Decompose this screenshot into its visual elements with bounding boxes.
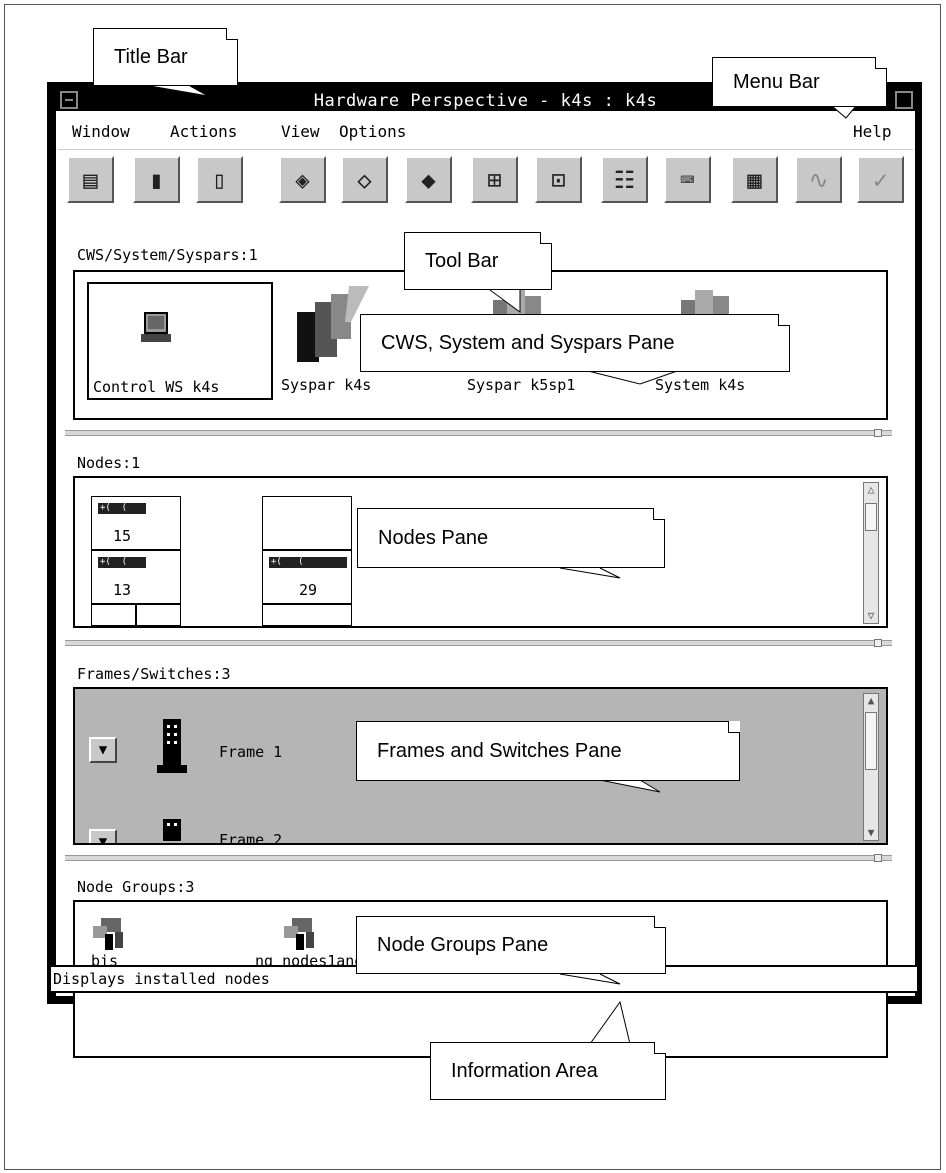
cws-pane-callout: CWS, System and Syspars Pane [360,314,790,372]
frames-pane-callout: Frames and Switches Pane [356,721,740,781]
nodes-pane-callout: Nodes Pane [357,508,665,568]
tool-bar-pointer [489,289,521,313]
tool-bar-callout: Tool Bar [404,232,552,290]
nodes-pane-pointer [559,567,621,579]
cws-pane-pointer [583,369,681,385]
information-area-pointer [589,1000,631,1045]
title-bar-pointer [149,85,209,97]
title-bar-callout: Title Bar [93,28,238,86]
node-groups-pane-pointer [559,973,621,985]
callout-pointers [149,85,857,1045]
information-area-callout: Information Area [430,1042,666,1100]
node-groups-pane-callout: Node Groups Pane [356,916,666,974]
menu-bar-pointer [831,105,857,119]
frames-pane-pointer [599,779,661,793]
menu-bar-callout: Menu Bar [712,57,887,107]
